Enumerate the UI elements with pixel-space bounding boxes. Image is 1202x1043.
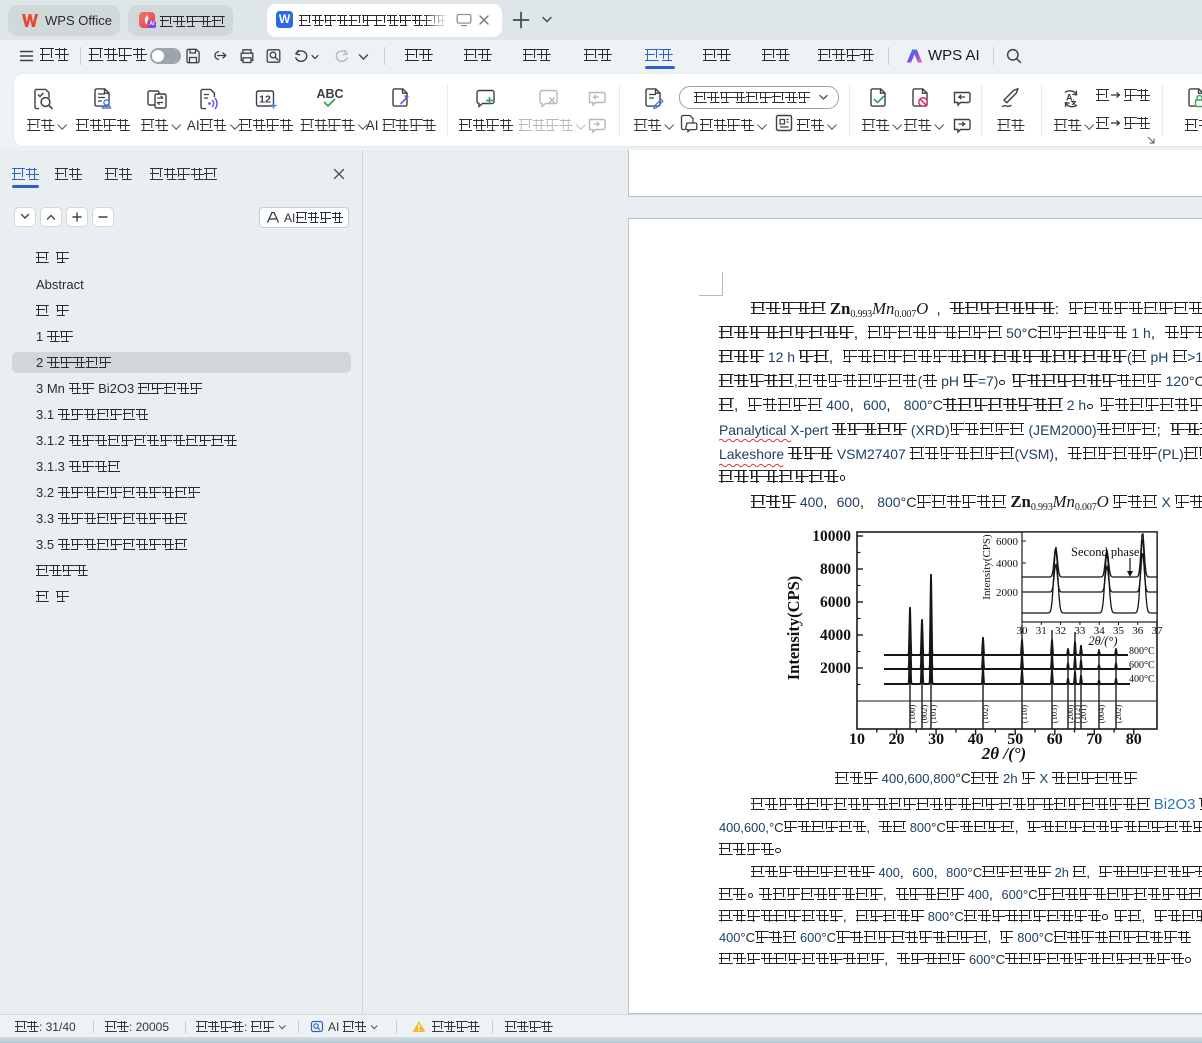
svg-text:2θ/(°): 2θ/(°) xyxy=(1088,634,1117,648)
svg-text:(202): (202) xyxy=(1113,705,1123,724)
svg-text:800°C: 800°C xyxy=(1129,646,1155,657)
svg-text:6000: 6000 xyxy=(996,536,1019,548)
svg-text:(110): (110) xyxy=(1019,705,1029,723)
svg-text:ABC: ABC xyxy=(316,87,343,101)
svg-text:8000: 8000 xyxy=(820,561,851,578)
svg-text:12: 12 xyxy=(259,94,271,106)
svg-text:2θ /(°): 2θ /(°) xyxy=(981,744,1026,763)
svg-text:33: 33 xyxy=(1074,625,1086,637)
svg-text:10: 10 xyxy=(849,731,865,748)
svg-text:30: 30 xyxy=(928,731,944,748)
svg-text:Intensity(CPS): Intensity(CPS) xyxy=(784,576,803,681)
svg-text:(101): (101) xyxy=(928,705,938,724)
svg-text:2000: 2000 xyxy=(996,587,1019,599)
svg-text:20: 20 xyxy=(889,731,905,748)
svg-text:Second phase: Second phase xyxy=(1071,545,1140,559)
svg-text:(201): (201) xyxy=(1078,705,1088,724)
svg-text:32: 32 xyxy=(1055,625,1066,637)
svg-text:(100): (100) xyxy=(907,705,917,724)
svg-text:70: 70 xyxy=(1086,731,1102,748)
svg-text:2000: 2000 xyxy=(820,660,851,677)
svg-text:(102): (102) xyxy=(980,705,990,724)
svg-text:80: 80 xyxy=(1126,731,1142,748)
svg-text:31: 31 xyxy=(1036,625,1047,637)
svg-text:30: 30 xyxy=(1017,625,1029,637)
svg-text:(004): (004) xyxy=(1096,705,1106,724)
svg-text:(103): (103) xyxy=(1049,705,1059,724)
svg-text:4000: 4000 xyxy=(820,627,851,644)
svg-text:36: 36 xyxy=(1132,625,1144,637)
svg-text:600°C: 600°C xyxy=(1129,660,1155,671)
svg-text:4000: 4000 xyxy=(996,558,1019,570)
svg-text:10000: 10000 xyxy=(812,528,851,545)
svg-text:6000: 6000 xyxy=(820,594,851,611)
svg-text:37: 37 xyxy=(1152,625,1164,637)
svg-text:Intensity(CPS): Intensity(CPS) xyxy=(981,534,993,600)
svg-text:60: 60 xyxy=(1047,731,1063,748)
svg-text:400°C: 400°C xyxy=(1129,674,1155,685)
